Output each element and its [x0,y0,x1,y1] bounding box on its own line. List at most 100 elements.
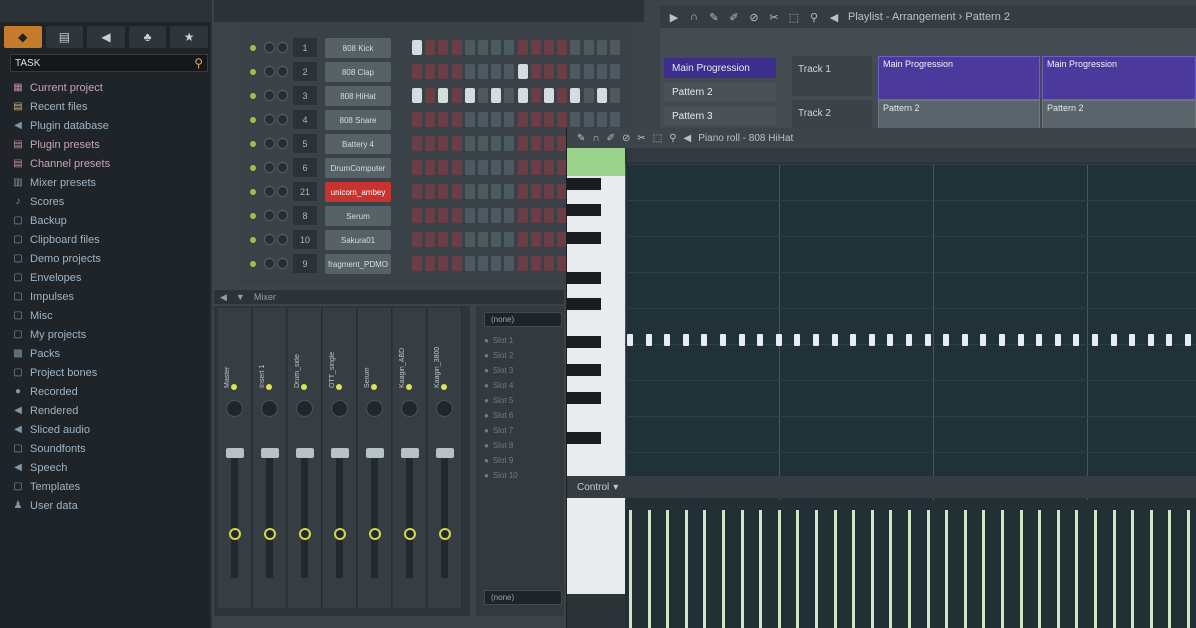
mixer-strip[interactable]: Serum [358,308,392,608]
strip-fader-track[interactable] [406,458,413,578]
browser-item[interactable]: ▢ Misc [12,306,206,325]
route-icon[interactable] [334,528,346,540]
step-button[interactable] [425,40,436,55]
strip-pan-knob[interactable] [366,400,383,417]
velocity-bar[interactable] [1001,510,1004,628]
browser-item[interactable]: ◀ Rendered [12,401,206,420]
step-button[interactable] [583,112,594,127]
channel-led[interactable] [250,213,256,219]
note[interactable] [1129,334,1136,346]
step-button[interactable] [478,88,488,103]
note[interactable] [1036,334,1043,346]
note[interactable] [980,334,987,346]
mixer-track-number[interactable]: 8 [293,206,317,225]
velocity-bar[interactable] [759,510,763,628]
step-button[interactable] [544,208,554,223]
step-button[interactable] [451,160,462,175]
mixer-track-number[interactable]: 1 [293,38,317,57]
browser-item[interactable]: ▢ Impulses [12,287,206,306]
step-button[interactable] [451,136,462,151]
step-button[interactable] [438,40,449,55]
channel-led[interactable] [250,237,256,243]
black-key[interactable] [567,204,601,216]
step-button[interactable] [438,64,449,79]
note[interactable] [961,334,968,346]
step-button[interactable] [530,136,541,151]
note[interactable] [757,334,764,346]
velocity-bar[interactable] [1168,510,1172,628]
step-button[interactable] [517,160,528,175]
velocity-bar[interactable] [740,510,744,628]
strip-pan-knob[interactable] [261,400,278,417]
browser-item[interactable]: ♟ User data [12,496,206,515]
step-button[interactable] [451,112,462,127]
step-button[interactable] [544,184,554,199]
step-button[interactable] [464,184,475,199]
chevron-down-icon[interactable]: ▾ [613,482,618,493]
strip-led[interactable] [301,384,307,390]
step-button[interactable] [438,232,449,247]
browser-item[interactable]: ● Recorded [12,382,206,401]
browser-item[interactable]: ▢ Soundfonts [12,439,206,458]
note[interactable] [1185,334,1191,346]
strip-fader-track[interactable] [266,458,273,578]
browser-item[interactable]: ▤ Plugin presets [12,135,206,154]
strip-fader-track[interactable] [301,458,308,578]
strip-pan-knob[interactable] [331,400,348,417]
route-icon[interactable] [264,528,276,540]
browser-item[interactable]: ▩ Packs [12,344,206,363]
pan-knob[interactable] [264,162,275,173]
step-button[interactable] [491,64,502,79]
strip-pan-knob[interactable] [401,400,418,417]
step-button[interactable] [478,64,488,79]
velocity-bar[interactable] [963,510,967,628]
channel-led[interactable] [250,141,256,147]
insert-slot[interactable]: ● Slot 1 [484,334,554,346]
slot-select[interactable]: (none) [484,312,562,327]
step-button[interactable] [570,88,581,103]
note[interactable] [1054,334,1061,346]
mixer-strip[interactable]: Kaagin_3800 [428,308,462,608]
volume-knob[interactable] [277,258,288,269]
step-button[interactable] [425,112,436,127]
velocity-bar[interactable] [684,510,688,628]
strip-fader-track[interactable] [336,458,343,578]
velocity-bar[interactable] [945,510,949,628]
channel-led[interactable] [250,165,256,171]
mixer-track-number[interactable]: 21 [293,182,317,201]
strip-led[interactable] [336,384,342,390]
strip-fader-cap[interactable] [366,448,384,458]
black-key[interactable] [567,178,601,190]
channel-name-button[interactable]: unicorn_ambey [325,182,391,202]
playlist-clip[interactable]: Main Progression [878,56,1040,100]
step-button[interactable] [610,88,620,103]
zoom-icon[interactable]: ⚲ [669,133,676,144]
note[interactable] [813,334,819,346]
step-button[interactable] [464,136,475,151]
strip-fader-cap[interactable] [226,448,244,458]
strip-led[interactable] [231,384,237,390]
note[interactable] [775,334,782,346]
step-button[interactable] [530,232,541,247]
slice-icon[interactable]: ✂ [637,133,645,144]
black-key[interactable] [567,272,601,284]
route-icon[interactable] [404,528,416,540]
step-button[interactable] [478,40,488,55]
step-button[interactable] [530,40,541,55]
velocity-bar[interactable] [1019,510,1023,628]
step-button[interactable] [451,208,462,223]
step-button[interactable] [491,232,502,247]
step-button[interactable] [412,208,422,223]
note[interactable] [887,334,894,346]
step-button[interactable] [412,160,422,175]
note[interactable] [627,334,633,346]
step-button[interactable] [530,88,541,103]
controller-select[interactable]: Control [577,482,609,493]
step-button[interactable] [570,64,581,79]
step-button[interactable] [451,40,462,55]
step-button[interactable] [491,184,502,199]
velocity-bar[interactable] [722,510,725,628]
mixer-strip[interactable]: Master [218,308,252,608]
step-button[interactable] [478,160,488,175]
slice-icon[interactable]: ✂ [768,11,780,24]
